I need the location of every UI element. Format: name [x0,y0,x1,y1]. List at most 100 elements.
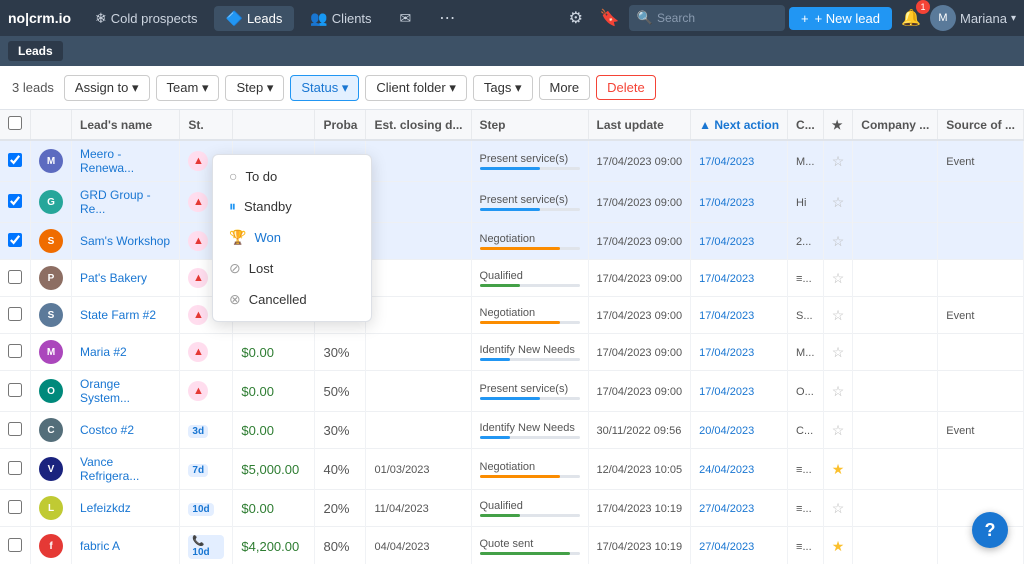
row-name-cell[interactable]: Costco #2 [72,412,180,449]
header-next-action[interactable]: ▲ Next action [691,110,788,140]
nav-tab-clients[interactable]: 👥 Clients [298,6,383,31]
header-est-close[interactable]: Est. closing d... [366,110,471,140]
lead-name[interactable]: Costco #2 [80,423,134,437]
star-toggle[interactable]: ☆ [832,383,845,399]
search-box[interactable]: 🔍 [629,5,785,31]
nav-tab-email[interactable]: ✉ [388,6,424,31]
row-checkbox[interactable] [8,153,22,167]
row-star-cell[interactable]: ☆ [823,260,853,297]
row-star-cell[interactable]: ☆ [823,371,853,412]
row-checkbox[interactable] [8,270,22,284]
star-toggle[interactable]: ☆ [832,153,845,169]
dropdown-item-standby[interactable]: ⏸ Standby [213,191,371,222]
row-star-cell[interactable]: ☆ [823,490,853,527]
nav-tab-more-dots[interactable]: ⋯ [427,4,468,32]
subnav-tab-leads[interactable]: Leads [8,41,63,61]
row-name-cell[interactable]: Pat's Bakery [72,260,180,297]
row-checkbox-cell[interactable] [0,412,31,449]
star-toggle[interactable]: ☆ [832,194,845,210]
star-toggle[interactable]: ☆ [832,307,845,323]
lead-name[interactable]: Vance Refrigera... [80,455,139,483]
header-comments[interactable]: C... [788,110,824,140]
nav-tab-cold-prospects[interactable]: ❄ Cold prospects [83,6,209,31]
row-star-cell[interactable]: ☆ [823,223,853,260]
row-checkbox[interactable] [8,194,22,208]
row-checkbox[interactable] [8,538,22,552]
user-dropdown-arrow[interactable]: ▾ [1011,13,1016,24]
row-name-cell[interactable]: GRD Group - Re... [72,182,180,223]
header-status[interactable]: St. [180,110,233,140]
row-name-cell[interactable]: Sam's Workshop [72,223,180,260]
star-toggle[interactable]: ☆ [832,233,845,249]
header-proba[interactable]: Proba [315,110,366,140]
row-checkbox-cell[interactable] [0,223,31,260]
lead-name[interactable]: Orange System... [80,377,130,405]
dropdown-item-todo[interactable]: ○ To do [213,161,371,191]
header-last-update[interactable]: Last update [588,110,691,140]
row-checkbox[interactable] [8,344,22,358]
lead-name[interactable]: Meero - Renewa... [80,147,134,175]
header-checkbox[interactable] [0,110,31,140]
user-avatar[interactable]: M [930,5,956,31]
row-checkbox[interactable] [8,383,22,397]
row-star-cell[interactable]: ★ [823,449,853,490]
header-star[interactable]: ★ [823,110,853,140]
header-step[interactable]: Step [471,110,588,140]
star-toggle[interactable]: ☆ [832,344,845,360]
more-button[interactable]: More [539,75,591,100]
status-button[interactable]: Status ▾ [290,75,359,101]
star-toggle[interactable]: ☆ [832,500,845,516]
step-button[interactable]: Step ▾ [225,75,284,101]
lead-name[interactable]: Maria #2 [80,345,127,359]
row-checkbox[interactable] [8,500,22,514]
star-toggle[interactable]: ★ [832,538,845,554]
new-lead-button[interactable]: + + New lead [789,7,892,30]
header-name[interactable]: Lead's name [72,110,180,140]
row-star-cell[interactable]: ☆ [823,140,853,182]
lead-name[interactable]: Pat's Bakery [80,271,147,285]
lead-name[interactable]: State Farm #2 [80,308,156,322]
row-name-cell[interactable]: Maria #2 [72,334,180,371]
lead-name[interactable]: fabric A [80,539,120,553]
row-checkbox-cell[interactable] [0,260,31,297]
star-toggle[interactable]: ☆ [832,422,845,438]
star-toggle[interactable]: ★ [832,461,845,477]
client-folder-button[interactable]: Client folder ▾ [365,75,467,101]
row-name-cell[interactable]: Lefeizkdz [72,490,180,527]
row-checkbox-cell[interactable] [0,527,31,564]
help-button[interactable]: ? [972,512,1008,548]
lead-name[interactable]: GRD Group - Re... [80,188,151,216]
row-checkbox[interactable] [8,307,22,321]
dropdown-item-cancelled[interactable]: ⊗ Cancelled [213,284,371,315]
lead-name[interactable]: Lefeizkdz [80,501,131,515]
row-star-cell[interactable]: ☆ [823,334,853,371]
row-checkbox-cell[interactable] [0,334,31,371]
header-amount[interactable] [233,110,315,140]
row-checkbox-cell[interactable] [0,371,31,412]
search-input[interactable] [657,11,777,25]
row-checkbox-cell[interactable] [0,449,31,490]
row-checkbox[interactable] [8,233,22,247]
star-toggle[interactable]: ☆ [832,270,845,286]
bookmark-icon[interactable]: 🔖 [595,4,625,32]
row-checkbox[interactable] [8,422,22,436]
team-button[interactable]: Team ▾ [156,75,220,101]
row-checkbox-cell[interactable] [0,490,31,527]
dropdown-item-won[interactable]: 🏆 Won [213,222,371,253]
integrations-icon[interactable]: ⚙ [561,4,591,32]
row-checkbox-cell[interactable] [0,297,31,334]
header-source[interactable]: Source of ... [938,110,1024,140]
row-name-cell[interactable]: Meero - Renewa... [72,140,180,182]
notifications-area[interactable]: 🔔 1 [896,4,926,32]
select-all-checkbox[interactable] [8,116,22,130]
row-name-cell[interactable]: fabric A [72,527,180,564]
row-checkbox-cell[interactable] [0,182,31,223]
delete-button[interactable]: Delete [596,75,656,100]
row-checkbox-cell[interactable] [0,140,31,182]
dropdown-item-lost[interactable]: ⊘ Lost [213,253,371,284]
row-checkbox[interactable] [8,461,22,475]
assign-to-button[interactable]: Assign to ▾ [64,75,150,101]
tags-button[interactable]: Tags ▾ [473,75,533,101]
row-star-cell[interactable]: ☆ [823,297,853,334]
nav-tab-leads[interactable]: 🔷 Leads [214,6,295,31]
